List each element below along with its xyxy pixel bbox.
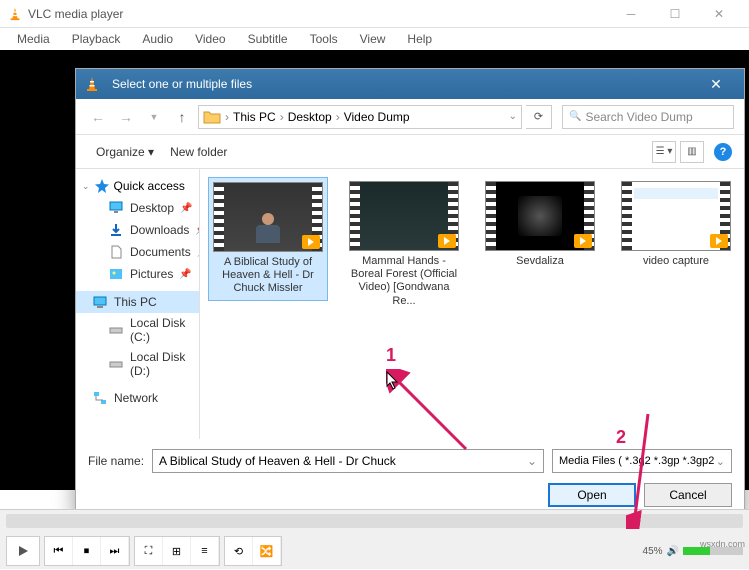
menu-view[interactable]: View	[351, 30, 395, 48]
settings-button[interactable]: ≡	[191, 537, 219, 565]
dialog-close-button[interactable]: ✕	[696, 76, 736, 93]
filename-input[interactable]: A Biblical Study of Heaven & Hell - Dr C…	[152, 449, 544, 473]
player-controls: ⏮ ⏹ ⏭ ⛶ ⊞ ≡ ⟲ 🔀 45% 🔊	[0, 509, 749, 569]
vlc-cone-icon	[8, 7, 22, 21]
nav-recent-button[interactable]: ▼	[142, 105, 166, 129]
desktop-icon	[108, 200, 124, 216]
menu-subtitle[interactable]: Subtitle	[239, 30, 297, 48]
speaker-icon[interactable]: 🔊	[667, 546, 679, 557]
sidebar: ⌄ Quick access Desktop📌 Downloads📌 Docum…	[76, 169, 200, 439]
nav-up-button[interactable]: ↑	[170, 105, 194, 129]
breadcrumb-part[interactable]: Desktop	[288, 110, 332, 124]
ext-settings-button[interactable]: ⊞	[163, 537, 191, 565]
sidebar-item-desktop[interactable]: Desktop📌	[76, 197, 199, 219]
nav-back-button[interactable]: ←	[86, 105, 110, 129]
watermark: wsxdn.com	[700, 539, 745, 549]
next-button[interactable]: ⏭	[101, 537, 129, 565]
menu-playback[interactable]: Playback	[63, 30, 130, 48]
menu-video[interactable]: Video	[186, 30, 234, 48]
maximize-button[interactable]: ☐	[653, 0, 697, 28]
sidebar-item-pictures[interactable]: Pictures📌	[76, 263, 199, 285]
help-button[interactable]: ?	[714, 143, 732, 161]
video-thumbnail	[485, 181, 595, 251]
sidebar-item-network[interactable]: Network	[76, 387, 199, 409]
sidebar-item-drive-c[interactable]: Local Disk (C:)	[76, 313, 199, 347]
file-label: A Biblical Study of Heaven & Hell - Dr C…	[213, 256, 323, 296]
vlc-cone-icon	[84, 76, 100, 92]
menu-audio[interactable]: Audio	[133, 30, 182, 48]
organize-button[interactable]: Organize ▾	[88, 141, 162, 163]
view-mode-button[interactable]: ☰ ▾	[652, 141, 676, 163]
prev-button[interactable]: ⏮	[45, 537, 73, 565]
preview-pane-button[interactable]: ▥	[680, 141, 704, 163]
loop-button[interactable]: ⟲	[225, 537, 253, 565]
file-item[interactable]: Mammal Hands - Boreal Forest (Official V…	[344, 177, 464, 312]
sidebar-item-this-pc[interactable]: This PC	[76, 291, 199, 313]
minimize-button[interactable]: ─	[609, 0, 653, 28]
pictures-icon	[108, 266, 124, 282]
menu-tools[interactable]: Tools	[301, 30, 347, 48]
file-item[interactable]: video capture	[616, 177, 736, 272]
filename-label: File name:	[88, 454, 144, 468]
volume-percent: 45%	[643, 546, 663, 557]
documents-icon	[108, 244, 124, 260]
nav-forward-button[interactable]: →	[114, 105, 138, 129]
breadcrumb[interactable]: › This PC › Desktop › Video Dump ⌄	[198, 105, 522, 129]
file-grid: A Biblical Study of Heaven & Hell - Dr C…	[200, 169, 744, 439]
breadcrumb-part[interactable]: Video Dump	[344, 110, 410, 124]
play-overlay-icon	[574, 234, 592, 248]
file-item[interactable]: Sevdaliza	[480, 177, 600, 272]
star-icon	[94, 178, 110, 194]
drive-icon	[108, 322, 124, 338]
stop-button[interactable]: ⏹	[73, 537, 101, 565]
filetype-filter[interactable]: Media Files ( *.3g2 *.3gp *.3gp2⌄	[552, 449, 732, 473]
sidebar-item-drive-d[interactable]: Local Disk (D:)	[76, 347, 199, 381]
file-item[interactable]: A Biblical Study of Heaven & Hell - Dr C…	[208, 177, 328, 301]
menu-media[interactable]: Media	[8, 30, 59, 48]
play-overlay-icon	[302, 235, 320, 249]
shuffle-button[interactable]: 🔀	[253, 537, 281, 565]
refresh-button[interactable]: ⟳	[526, 105, 552, 129]
window-title: VLC media player	[28, 7, 609, 21]
file-label: video capture	[620, 255, 732, 268]
play-button[interactable]	[6, 536, 40, 566]
play-overlay-icon	[710, 234, 728, 248]
menu-help[interactable]: Help	[398, 30, 441, 48]
folder-icon	[203, 109, 221, 125]
menubar: Media Playback Audio Video Subtitle Tool…	[0, 28, 749, 50]
dialog-title: Select one or multiple files	[112, 77, 696, 91]
sidebar-item-downloads[interactable]: Downloads📌	[76, 219, 199, 241]
sidebar-quick-access[interactable]: ⌄ Quick access	[76, 175, 199, 197]
breadcrumb-part[interactable]: This PC	[233, 110, 276, 124]
drive-icon	[108, 356, 124, 372]
pc-icon	[92, 294, 108, 310]
fullscreen-button[interactable]: ⛶	[135, 537, 163, 565]
downloads-icon	[108, 222, 124, 238]
video-thumbnail	[213, 182, 323, 252]
file-open-dialog: Select one or multiple files ✕ ← → ▼ ↑ ›…	[75, 68, 745, 518]
close-button[interactable]: ✕	[697, 0, 741, 28]
open-button[interactable]: Open	[548, 483, 636, 507]
file-label: Mammal Hands - Boreal Forest (Official V…	[348, 255, 460, 308]
file-label: Sevdaliza	[484, 255, 596, 268]
sidebar-item-documents[interactable]: Documents📌	[76, 241, 199, 263]
video-thumbnail	[349, 181, 459, 251]
network-icon	[92, 390, 108, 406]
new-folder-button[interactable]: New folder	[162, 141, 235, 163]
play-overlay-icon	[438, 234, 456, 248]
video-thumbnail	[621, 181, 731, 251]
cancel-button[interactable]: Cancel	[644, 483, 732, 507]
timeline-slider[interactable]	[6, 514, 743, 528]
search-input[interactable]: Search Video Dump	[562, 105, 734, 129]
